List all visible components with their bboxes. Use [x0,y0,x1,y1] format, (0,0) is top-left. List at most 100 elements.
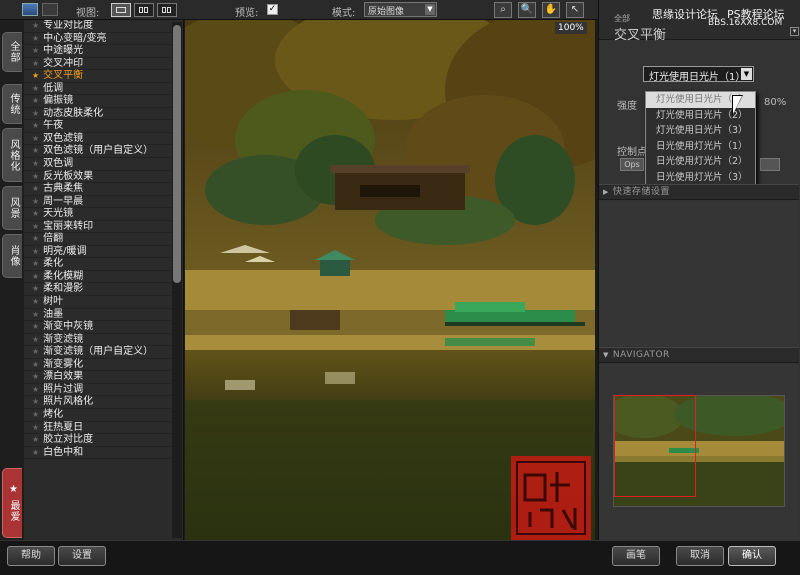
dropdown-option[interactable]: 灯光使用日光片（3） [646,123,755,139]
dropdown-option[interactable]: 日光使用灯光片（1） [646,139,755,155]
preview-checkbox[interactable]: ✓ [267,4,278,15]
dropdown-option[interactable]: 日光使用灯光片（3） [646,170,755,186]
dropdown-option[interactable]: 日光使用灯光片（2） [646,154,755,170]
filter-item[interactable]: ★ 偏振镜 [24,95,183,108]
filter-item[interactable]: ★ 明亮/暖调 [24,246,183,259]
ok-button[interactable]: 确认 [728,546,776,566]
star-icon[interactable]: ★ [32,435,39,444]
image-preview[interactable] [185,20,595,540]
filter-item[interactable]: ★ 交叉平衡 [24,70,183,83]
filter-item[interactable]: ★ 照片过调 [24,384,183,397]
filter-item[interactable]: ★ 胶立对比度 [24,434,183,447]
tab-portrait[interactable]: 肖像 [2,234,22,278]
hand-tool-icon[interactable]: ✋ [542,2,560,18]
settings-button[interactable]: 设置 [58,546,106,566]
star-icon[interactable]: ★ [32,310,39,319]
filter-item[interactable]: ★ 双色调 [24,158,183,171]
filter-item[interactable]: ★ 柔化模糊 [24,271,183,284]
mode-select[interactable]: 原始图像 ▼ [364,2,437,17]
filter-item[interactable]: ★ 反光板效果 [24,171,183,184]
filter-item[interactable]: ★ 倍翻 [24,233,183,246]
star-icon[interactable]: ★ [32,159,39,168]
view-side-by-side-button[interactable] [157,3,177,17]
star-icon[interactable]: ★ [32,372,39,381]
star-icon[interactable]: ★ [32,71,39,80]
filter-list-scrollbar[interactable] [172,22,182,538]
star-icon[interactable]: ★ [32,84,39,93]
filter-item[interactable]: ★ 双色滤镜 [24,133,183,146]
filter-item[interactable]: ★ 油墨 [24,309,183,322]
filter-item[interactable]: ★ 中心变暗/变亮 [24,33,183,46]
control-point-button[interactable]: Ops [620,158,644,171]
star-icon[interactable]: ★ [32,448,39,457]
tab-traditional[interactable]: 传统 [2,84,22,124]
tab-stylize[interactable]: 风格化 [2,128,22,182]
scrollbar-thumb[interactable] [173,25,181,283]
pointer-tool-icon[interactable]: ↖ [566,2,584,18]
navigator-viewport-box[interactable] [614,395,696,497]
filter-item[interactable]: ★ 柔和漫影 [24,283,183,297]
collapse-icon[interactable]: ▾ [790,27,799,36]
filter-item[interactable]: ★ 宝丽来转印 [24,221,183,234]
cancel-button[interactable]: 取消 [676,546,724,566]
filter-item[interactable]: ★ 动态皮肤柔化 [24,108,183,121]
filter-item[interactable]: ★ 双色滤镜（用户自定义） [24,145,183,159]
tab-all[interactable]: 全部 [2,32,22,72]
star-icon[interactable]: ★ [32,322,39,331]
star-icon[interactable]: ★ [32,134,39,143]
zoom-tool-icon[interactable]: ⌕ [494,2,512,18]
single-view-icon[interactable] [22,3,38,16]
star-icon[interactable]: ★ [32,284,39,293]
magnify-icon[interactable]: 🔍 [518,2,536,18]
filter-item[interactable]: ★ 午夜 [24,120,183,133]
filter-item[interactable]: ★ 渐变雾化 [24,359,183,372]
filter-item[interactable]: ★ 低调 [24,83,183,96]
preset-select[interactable]: 灯光使用日光片（1） ▼ [643,66,754,83]
filter-item[interactable]: ★ 交叉冲印 [24,58,183,71]
add-control-point-button[interactable] [760,158,780,171]
star-icon[interactable]: ★ [32,247,39,256]
star-icon[interactable]: ★ [32,335,39,344]
star-icon[interactable]: ★ [32,172,39,181]
navigator-section[interactable]: ▼ NAVIGATOR [599,347,799,363]
filter-item[interactable]: ★ 白色中和 [24,447,183,460]
compare-view-icon[interactable] [42,3,58,16]
star-icon[interactable]: ★ [32,96,39,105]
help-button[interactable]: 帮助 [7,546,55,566]
quick-save-section[interactable]: ▶ 快速存储设置 [599,184,799,200]
star-icon[interactable]: ★ [32,209,39,218]
star-icon[interactable]: ★ [32,234,39,243]
tab-favorites[interactable]: ★ 最爱 [2,468,22,538]
star-icon[interactable]: ★ [32,109,39,118]
filter-item[interactable]: ★ 树叶 [24,296,183,309]
star-icon[interactable]: ★ [32,46,39,55]
star-icon[interactable]: ★ [32,121,39,130]
star-icon[interactable]: ★ [32,347,39,356]
star-icon[interactable]: ★ [32,397,39,406]
star-icon[interactable]: ★ [32,34,39,43]
filter-item[interactable]: ★ 周一早晨 [24,196,183,209]
star-icon[interactable]: ★ [32,59,39,68]
filter-item[interactable]: ★ 古典柔焦 [24,183,183,196]
filter-item[interactable]: ★ 柔化 [24,258,183,271]
star-icon[interactable]: ★ [32,423,39,432]
filter-item[interactable]: ★ 渐变滤镜（用户自定义） [24,346,183,359]
star-icon[interactable]: ★ [32,184,39,193]
star-icon[interactable]: ★ [32,21,39,30]
star-icon[interactable]: ★ [32,197,39,206]
star-icon[interactable]: ★ [32,385,39,394]
star-icon[interactable]: ★ [32,259,39,268]
star-icon[interactable]: ★ [32,222,39,231]
star-icon[interactable]: ★ [32,360,39,369]
star-icon[interactable]: ★ [32,297,39,306]
filter-item[interactable]: ★ 狂热夏日 [24,422,183,435]
brush-button[interactable]: 画笔 [612,546,660,566]
filter-item[interactable]: ★ 中途曝光 [24,45,183,58]
star-icon[interactable]: ★ [32,146,39,155]
filter-item[interactable]: ★ 专业对比度 [24,20,183,33]
filter-item[interactable]: ★ 漂白效果 [24,371,183,384]
view-split-button[interactable] [134,3,154,17]
filter-item[interactable]: ★ 天光镜 [24,208,183,221]
star-icon[interactable]: ★ [32,410,39,419]
filter-item[interactable]: ★ 渐变滤镜 [24,334,183,347]
